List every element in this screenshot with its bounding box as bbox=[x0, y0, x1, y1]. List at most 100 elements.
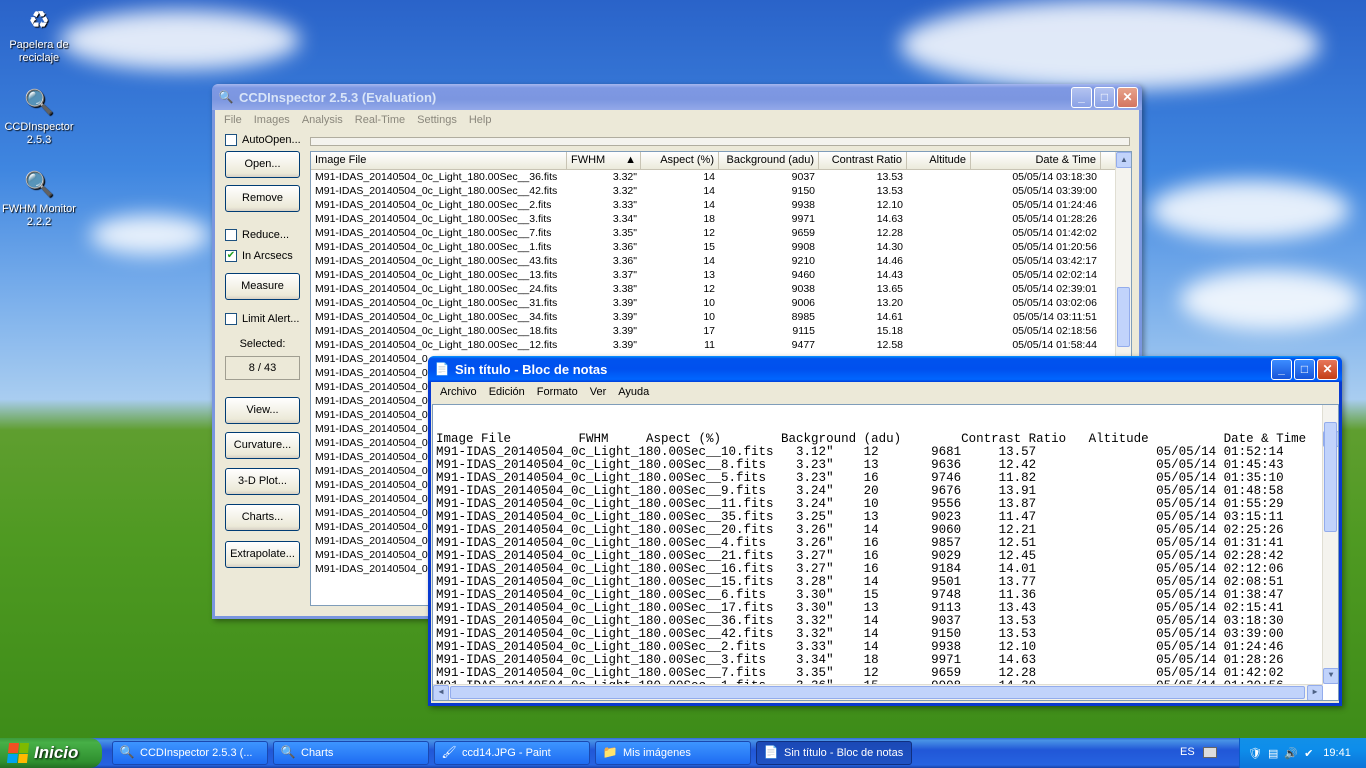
language-indicator[interactable]: ES bbox=[1180, 746, 1195, 758]
start-button[interactable]: Inicio bbox=[0, 738, 102, 768]
task-charts[interactable]: 🔍 Charts bbox=[273, 741, 429, 765]
menu-edicion[interactable]: Edición bbox=[484, 386, 530, 398]
table-row[interactable]: M91-IDAS_20140504_0c_Light_180.00Sec__2.… bbox=[311, 198, 1131, 212]
clock[interactable]: 19:41 bbox=[1323, 747, 1351, 759]
keyboard-icon[interactable] bbox=[1203, 747, 1217, 758]
table-row[interactable]: M91-IDAS_20140504_0c_Light_180.00Sec__36… bbox=[311, 170, 1131, 184]
table-row[interactable]: M91-IDAS_20140504_0c_Light_180.00Sec__24… bbox=[311, 282, 1131, 296]
scroll-thumb[interactable] bbox=[1117, 287, 1130, 347]
menu-images[interactable]: Images bbox=[249, 114, 295, 126]
menu-settings[interactable]: Settings bbox=[412, 114, 462, 126]
col-aspect[interactable]: Aspect (%) bbox=[641, 152, 719, 169]
table-cell: 14.61 bbox=[876, 311, 903, 323]
table-cell: 12 bbox=[703, 227, 715, 239]
volume-icon[interactable]: 🔊 bbox=[1284, 747, 1298, 760]
table-cell: M91-IDAS_20140504_0c_Light_180.00Sec__7.… bbox=[315, 227, 552, 239]
open-button[interactable]: Open... bbox=[225, 151, 300, 178]
scroll-down-icon[interactable]: ▼ bbox=[1323, 668, 1338, 684]
scroll-thumb[interactable] bbox=[1324, 422, 1337, 532]
notepad-text-area[interactable]: Image File FWHM Aspect (%) Background (a… bbox=[432, 404, 1339, 701]
maximize-button[interactable]: □ bbox=[1094, 86, 1115, 108]
task-label: ccd14.JPG - Paint bbox=[462, 747, 551, 759]
table-cell: 9038 bbox=[791, 283, 815, 295]
table-cell: 3.38" bbox=[612, 283, 637, 295]
table-cell: M91-IDAS_20140504_0c_Light_180.00Sec__31… bbox=[315, 297, 558, 309]
menubar: Archivo Edición Formato Ver Ayuda bbox=[431, 382, 1339, 402]
charts-icon: 🔍 bbox=[280, 745, 296, 759]
task-notepad[interactable]: 📄 Sin título - Bloc de notas bbox=[756, 741, 912, 765]
selected-label: Selected: bbox=[239, 338, 286, 350]
table-cell: M91-IDAS_20140504_0c_Light_180.00Sec__12… bbox=[315, 339, 558, 351]
task-paint[interactable]: 🖌 ccd14.JPG - Paint bbox=[434, 741, 590, 765]
view-button[interactable]: View... bbox=[225, 397, 300, 424]
curvature-button[interactable]: Curvature... bbox=[225, 432, 300, 459]
security-icon[interactable]: 🛡 bbox=[1248, 747, 1262, 760]
menu-ver[interactable]: Ver bbox=[585, 386, 612, 398]
scroll-right-icon[interactable]: ▶ bbox=[1307, 685, 1323, 700]
system-tray: 🛡 ▤ 🔊 ✔ 19:41 bbox=[1239, 738, 1366, 768]
task-ccdinspector[interactable]: 🔍 CCDInspector 2.5.3 (... bbox=[112, 741, 268, 765]
ccdinspector-titlebar[interactable]: 🔍 CCDInspector 2.5.3 (Evaluation) _ □ ✕ bbox=[212, 84, 1142, 110]
3d-plot-button[interactable]: 3-D Plot... bbox=[225, 468, 300, 495]
scroll-left-icon[interactable]: ◀ bbox=[433, 685, 449, 700]
menu-analysis[interactable]: Analysis bbox=[297, 114, 348, 126]
table-cell: M91-IDAS_20140504_0c_Light_180.00Sec__36… bbox=[315, 171, 558, 183]
notepad-vscrollbar[interactable]: ▲ ▼ bbox=[1322, 405, 1338, 684]
extrapolate-button[interactable]: Extrapolate... bbox=[225, 541, 300, 568]
minimize-button[interactable]: _ bbox=[1271, 358, 1292, 380]
table-row[interactable]: M91-IDAS_20140504_0c_Light_180.00Sec__3.… bbox=[311, 212, 1131, 226]
col-fwhm[interactable]: FWHM ▲ bbox=[567, 152, 641, 169]
task-mis-imagenes[interactable]: 📁 Mis imágenes bbox=[595, 741, 751, 765]
desktop-icon-recycle-bin[interactable]: ♻ Papelera de reciclaje bbox=[0, 4, 78, 65]
charts-button[interactable]: Charts... bbox=[225, 504, 300, 531]
col-contrast[interactable]: Contrast Ratio bbox=[819, 152, 907, 169]
table-row[interactable]: M91-IDAS_20140504_0c_Light_180.00Sec__7.… bbox=[311, 226, 1131, 240]
minimize-button[interactable]: _ bbox=[1071, 86, 1092, 108]
table-cell bbox=[907, 254, 971, 268]
table-cell bbox=[907, 268, 971, 282]
col-image-file[interactable]: Image File bbox=[311, 152, 567, 169]
table-row[interactable]: M91-IDAS_20140504_0c_Light_180.00Sec__42… bbox=[311, 184, 1131, 198]
table-cell: 9150 bbox=[791, 185, 815, 197]
close-button[interactable]: ✕ bbox=[1317, 358, 1338, 380]
desktop-icon-fwhm-monitor[interactable]: 🔍 FWHM Monitor 2.2.2 bbox=[0, 168, 78, 229]
menu-help[interactable]: Help bbox=[464, 114, 497, 126]
remove-button[interactable]: Remove bbox=[225, 185, 300, 212]
table-cell: 14.46 bbox=[876, 255, 903, 267]
menu-archivo[interactable]: Archivo bbox=[435, 386, 482, 398]
reduce-checkbox[interactable]: Reduce... bbox=[225, 229, 289, 241]
update-icon[interactable]: ✔ bbox=[1304, 747, 1313, 760]
notepad-hscrollbar[interactable]: ◀ ▶ bbox=[433, 684, 1323, 700]
col-background[interactable]: Background (adu) bbox=[719, 152, 819, 169]
table-row[interactable]: M91-IDAS_20140504_0c_Light_180.00Sec__1.… bbox=[311, 240, 1131, 254]
maximize-button[interactable]: □ bbox=[1294, 358, 1315, 380]
menu-file[interactable]: File bbox=[219, 114, 247, 126]
in-arcsecs-checkbox[interactable]: ✔ In Arcsecs bbox=[225, 250, 293, 262]
table-cell: 18 bbox=[703, 213, 715, 225]
close-button[interactable]: ✕ bbox=[1117, 86, 1138, 108]
menu-real-time[interactable]: Real-Time bbox=[350, 114, 410, 126]
limit-alert-checkbox[interactable]: Limit Alert... bbox=[225, 313, 299, 325]
table-row[interactable]: M91-IDAS_20140504_0c_Light_180.00Sec__34… bbox=[311, 310, 1131, 324]
hscroll-thumb[interactable] bbox=[450, 686, 1305, 699]
menu-formato[interactable]: Formato bbox=[532, 386, 583, 398]
table-row[interactable]: M91-IDAS_20140504_0c_Light_180.00Sec__12… bbox=[311, 338, 1131, 352]
desktop-icon-ccdinspector[interactable]: 🔍 CCDInspector 2.5.3 bbox=[0, 86, 78, 147]
measure-button[interactable]: Measure bbox=[225, 273, 300, 300]
table-row[interactable]: M91-IDAS_20140504_0c_Light_180.00Sec__13… bbox=[311, 268, 1131, 282]
table-cell: 9971 bbox=[791, 213, 815, 225]
autoopen-checkbox[interactable]: AutoOpen... bbox=[225, 134, 301, 146]
col-altitude[interactable]: Altitude bbox=[907, 152, 971, 169]
table-row[interactable]: M91-IDAS_20140504_0c_Light_180.00Sec__31… bbox=[311, 296, 1131, 310]
network-icon[interactable]: ▤ bbox=[1268, 747, 1278, 760]
col-date-time[interactable]: Date & Time bbox=[971, 152, 1101, 169]
table-row[interactable]: M91-IDAS_20140504_0c_Light_180.00Sec__43… bbox=[311, 254, 1131, 268]
table-row[interactable]: M91-IDAS_20140504_0c_Light_180.00Sec__18… bbox=[311, 324, 1131, 338]
table-cell: 14 bbox=[703, 199, 715, 211]
notepad-titlebar[interactable]: 📄 Sin título - Bloc de notas _ □ ✕ bbox=[428, 356, 1342, 382]
table-cell: 05/05/14 03:42:17 bbox=[1012, 255, 1097, 267]
menu-ayuda[interactable]: Ayuda bbox=[613, 386, 654, 398]
checkbox-box bbox=[225, 313, 237, 325]
checkbox-box bbox=[225, 229, 237, 241]
scroll-up-icon[interactable]: ▲ bbox=[1116, 152, 1131, 168]
